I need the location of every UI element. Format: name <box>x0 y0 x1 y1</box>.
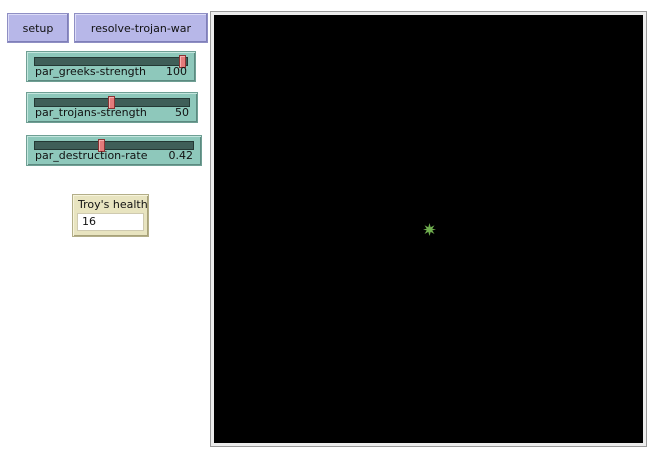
world-view[interactable] <box>214 15 643 443</box>
monitor-label: Troy's health <box>78 198 148 211</box>
netlogo-interface: setup resolve-trojan-war par_greeks-stre… <box>0 0 664 465</box>
resolve-trojan-war-button[interactable]: resolve-trojan-war <box>74 13 208 43</box>
slider-value: 50 <box>175 106 189 119</box>
slider-value: 100 <box>166 65 187 78</box>
destruction-rate-slider[interactable]: par_destruction-rate 0.42 <box>26 135 202 166</box>
slider-label: par_greeks-strength <box>35 65 146 78</box>
slider-label: par_destruction-rate <box>35 149 148 162</box>
world-view-frame <box>210 11 647 447</box>
monitor-value: 16 <box>77 213 144 231</box>
slider-value: 0.42 <box>168 149 194 162</box>
star-icon <box>423 223 436 236</box>
troys-health-monitor: Troy's health 16 <box>72 194 149 237</box>
greeks-strength-slider[interactable]: par_greeks-strength 100 <box>26 51 196 82</box>
slider-label: par_trojans-strength <box>35 106 147 119</box>
trojans-strength-slider[interactable]: par_trojans-strength 50 <box>26 92 198 123</box>
setup-button[interactable]: setup <box>7 13 69 43</box>
